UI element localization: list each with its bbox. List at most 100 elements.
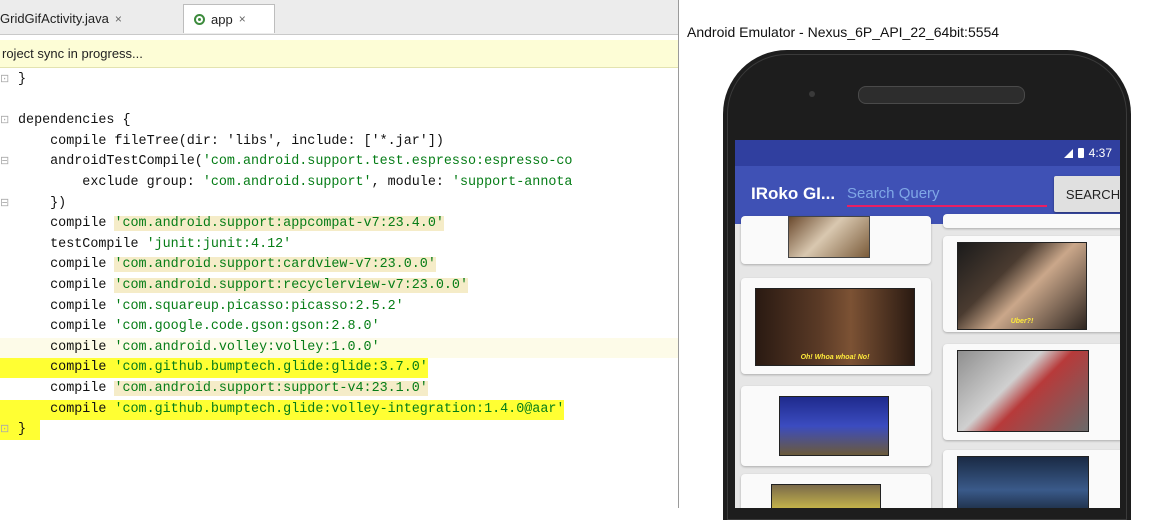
code-line[interactable]: exclude group: 'com.android.support', mo… [0, 173, 678, 193]
fold-marker-icon[interactable]: ⊡ [0, 70, 10, 90]
code-token: } [18, 72, 27, 87]
gif-thumbnail [957, 456, 1089, 508]
code-token: exclude group: [18, 175, 203, 190]
signal-icon [1063, 148, 1073, 158]
code-token: , module: [371, 175, 452, 190]
gif-card[interactable] [943, 214, 1120, 228]
code-line[interactable]: ⊟ }) [0, 194, 678, 214]
string-literal: 'com.android.support' [202, 175, 372, 190]
code-text: } [18, 70, 26, 90]
gif-card[interactable] [741, 474, 931, 508]
fold-marker-icon[interactable]: ⊟ [0, 194, 10, 214]
gif-grid[interactable]: Oh! Whoa whoa! No! Uber?! [735, 214, 1120, 508]
gif-caption: Oh! Whoa whoa! No! [800, 354, 870, 361]
string-literal: 'com.android.support:recyclerview-v7:23.… [114, 278, 469, 293]
code-token: compile [18, 381, 115, 396]
code-line[interactable]: ⊟ androidTestCompile('com.android.suppor… [0, 152, 678, 172]
code-line[interactable]: compile 'com.github.bumptech.glide:volle… [0, 399, 678, 420]
gif-card[interactable]: Oh! Whoa whoa! No! [741, 278, 931, 374]
code-line[interactable]: compile 'com.android.volley:volley:1.0.0… [0, 337, 678, 358]
gif-thumbnail [779, 396, 889, 456]
code-line[interactable]: testCompile 'junit:junit:4.12' [0, 235, 678, 255]
code-text: compile 'com.android.volley:volley:1.0.0… [18, 338, 380, 358]
close-icon[interactable]: × [115, 12, 122, 26]
code-text: compile 'com.squareup.picasso:picasso:2.… [18, 297, 404, 317]
editor-tab-bar: GridGifActivity.java × app × [0, 0, 678, 35]
code-text: compile 'com.android.support:support-v4:… [18, 379, 428, 399]
gif-card[interactable] [943, 344, 1120, 440]
code-token: compile [18, 278, 115, 293]
code-text: compile 'com.android.support:recyclervie… [18, 276, 469, 296]
code-line[interactable]: ⊡ dependencies { [0, 111, 678, 131]
code-line[interactable]: ⊡} [0, 70, 678, 90]
string-literal: 'com.github.bumptech.glide:volley-integr… [114, 401, 565, 417]
battery-icon [1077, 148, 1084, 158]
code-text: compile 'com.google.code.gson:gson:2.8.0… [18, 317, 380, 337]
code-token: }) [18, 195, 67, 211]
code-text: testCompile 'junit:junit:4.12' [18, 235, 291, 255]
code-line[interactable]: compile 'com.android.support:recyclervie… [0, 276, 678, 296]
code-text: }) [18, 194, 66, 214]
code-line[interactable]: compile 'com.github.bumptech.glide:glide… [0, 358, 678, 379]
gif-thumbnail: Uber?! [957, 242, 1087, 330]
code-line[interactable] [0, 91, 678, 111]
tab-label: app [211, 11, 233, 27]
string-literal: 'com.android.support:cardview-v7:23.0.0' [114, 257, 436, 273]
code-text: dependencies { [18, 111, 131, 131]
code-token: compile [18, 339, 115, 355]
ide-editor-panel: GridGifActivity.java × app × roject sync… [0, 0, 678, 508]
code-line[interactable]: compile 'com.android.support:support-v4:… [0, 379, 678, 399]
code-line[interactable]: ⊡} [0, 420, 678, 441]
close-icon[interactable]: × [239, 12, 246, 26]
string-literal: 'com.github.bumptech.glide:glide:3.7.0' [114, 360, 428, 376]
code-line[interactable]: compile 'com.squareup.picasso:picasso:2.… [0, 297, 678, 317]
gif-thumbnail: Oh! Whoa whoa! No! [755, 288, 915, 366]
code-text: compile 'com.github.bumptech.glide:glide… [0, 358, 428, 379]
code-token: } [18, 422, 27, 438]
string-literal: 'com.android.volley:volley:1.0.0' [114, 339, 380, 355]
code-token: compile [18, 319, 115, 335]
code-line[interactable]: compile 'com.google.code.gson:gson:2.8.0… [0, 317, 678, 337]
code-text: compile 'com.github.bumptech.glide:volle… [0, 399, 565, 420]
fold-marker-icon[interactable]: ⊡ [0, 420, 10, 440]
string-literal: 'com.android.support.test.espresso:espre… [202, 154, 573, 170]
code-text: exclude group: 'com.android.support', mo… [18, 173, 572, 193]
string-literal: 'com.squareup.picasso:picasso:2.5.2' [114, 298, 404, 314]
code-token: compile [18, 401, 115, 417]
tab-app[interactable]: app × [183, 4, 275, 33]
code-line[interactable]: compile 'com.android.support:appcompat-v… [0, 214, 678, 234]
gif-card[interactable] [741, 216, 931, 264]
tab-label: GridGifActivity.java [0, 11, 109, 26]
code-text: androidTestCompile('com.android.support.… [18, 152, 572, 172]
tab-gridgifactivity[interactable]: GridGifActivity.java × [0, 4, 182, 33]
code-text: compile 'com.android.support:cardview-v7… [18, 255, 436, 275]
emulator-window: Android Emulator - Nexus_6P_API_22_64bit… [678, 0, 1151, 520]
code-token: compile [18, 360, 115, 376]
gradle-icon [194, 13, 205, 25]
string-literal: 'com.android.support:support-v4:23.1.0' [114, 381, 428, 396]
search-input[interactable] [847, 181, 1047, 207]
string-literal: 'com.android.support:appcompat-v7:23.4.0… [114, 216, 444, 232]
gif-card[interactable] [943, 450, 1120, 508]
gif-card[interactable]: Uber?! [943, 236, 1120, 332]
code-text: } [18, 420, 26, 440]
code-line[interactable]: compile 'com.android.support:cardview-v7… [0, 255, 678, 275]
sync-notification-text: roject sync in progress... [2, 46, 143, 61]
code-token: testCompile [18, 236, 147, 252]
string-literal: 'junit:junit:4.12' [146, 236, 292, 252]
gif-card[interactable] [741, 386, 931, 466]
string-literal: 'com.google.code.gson:gson:2.8.0' [114, 319, 380, 335]
phone-screen[interactable]: 4:37 IRoko GI... SEARCH Oh! Whoa whoa! N… [735, 140, 1120, 508]
fold-marker-icon[interactable]: ⊡ [0, 111, 10, 131]
search-button[interactable]: SEARCH [1054, 176, 1120, 212]
phone-speaker [858, 86, 1025, 104]
fold-marker-icon[interactable]: ⊟ [0, 152, 10, 172]
gif-thumbnail [788, 216, 870, 258]
code-text: compile fileTree(dir: 'libs', include: [… [18, 132, 444, 152]
code-token: dependencies { [18, 113, 131, 129]
sync-notification-bar: roject sync in progress... [0, 40, 678, 68]
code-line[interactable]: compile fileTree(dir: 'libs', include: [… [0, 132, 678, 152]
front-camera [809, 91, 815, 97]
code-token: androidTestCompile( [18, 154, 203, 170]
gif-thumbnail [957, 350, 1089, 432]
